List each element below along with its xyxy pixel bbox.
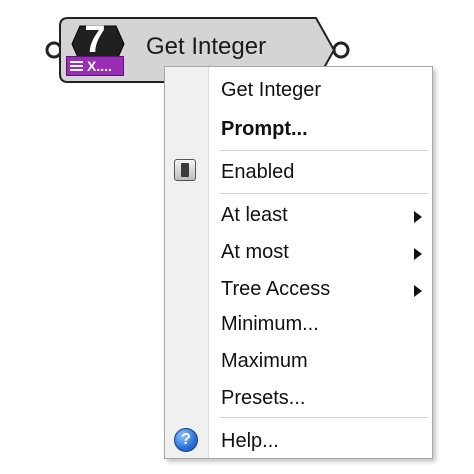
list-tag-text: X....	[87, 58, 112, 74]
menu-item-at-least[interactable]: At least	[165, 197, 432, 231]
menu-item-label: Prompt...	[221, 118, 308, 140]
toggle-icon	[174, 159, 196, 181]
menu-separator	[219, 150, 428, 151]
menu-item-help[interactable]: ? Help...	[165, 423, 432, 457]
menu-separator	[219, 193, 428, 194]
help-icon: ?	[174, 428, 198, 452]
menu-item-label: Presets...	[221, 387, 306, 409]
component-title: Get Integer	[146, 33, 267, 60]
icon-digit: 7	[84, 19, 106, 61]
menu-item-presets[interactable]: Presets...	[165, 380, 432, 414]
menu-item-tree-access[interactable]: Tree Access	[165, 271, 432, 305]
menu-item-prompt[interactable]: Prompt...	[165, 111, 432, 145]
menu-header-label: Get Integer	[221, 79, 322, 101]
submenu-arrow-icon	[414, 248, 422, 260]
menu-item-label: Minimum...	[221, 313, 319, 335]
menu-item-label: At least	[221, 204, 288, 226]
submenu-arrow-icon	[414, 211, 422, 223]
menu-item-minimum[interactable]: Minimum...	[165, 306, 432, 340]
context-menu: Get Integer Prompt... Enabled At least A…	[164, 66, 433, 459]
menu-separator	[219, 417, 428, 418]
submenu-arrow-icon	[414, 285, 422, 297]
menu-item-maximum[interactable]: Maximum	[165, 343, 432, 377]
menu-item-label: Tree Access	[221, 278, 331, 300]
menu-header: Get Integer	[165, 72, 432, 106]
menu-item-label: Enabled	[221, 161, 295, 183]
list-lines-icon	[70, 61, 83, 73]
menu-item-label: Help...	[221, 430, 279, 452]
list-tag: X....	[66, 56, 124, 76]
menu-item-label: At most	[221, 241, 289, 263]
menu-item-enabled[interactable]: Enabled	[165, 154, 432, 188]
menu-item-at-most[interactable]: At most	[165, 234, 432, 268]
menu-item-label: Maximum	[221, 350, 308, 372]
integer-parameter-icon: 7 X....	[66, 19, 124, 78]
